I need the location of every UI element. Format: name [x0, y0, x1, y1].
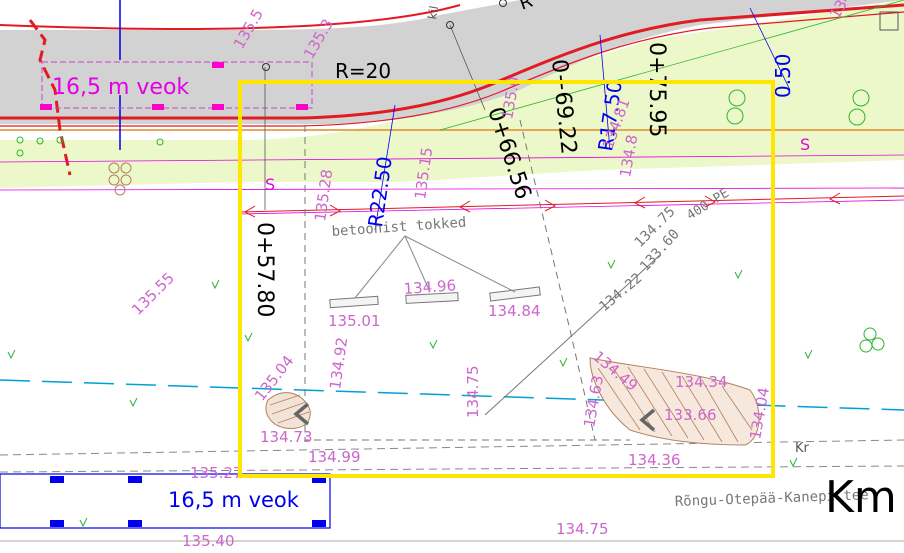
elev-134-36: 134.36 [628, 451, 681, 469]
station-75-95-label: 0+75.95 [644, 42, 669, 137]
station-57-80-label: 0+57.80 [252, 222, 277, 317]
grey-elevation-labels: 134.22 133.60 134.75 [596, 204, 683, 315]
pe-pipe-line [239, 195, 904, 213]
elev-133-66: 133.66 [664, 406, 717, 424]
riprap-left [265, 392, 311, 429]
s-mark-2: S [800, 135, 810, 154]
elev-134-34: 134.34 [675, 373, 728, 391]
radius-20-label: R=20 [335, 59, 391, 83]
km-label: Km [825, 472, 897, 523]
veok-label-bottom: 16,5 m veok [168, 488, 300, 512]
elev-134-73: 134.73 [260, 428, 313, 446]
kil-fragment: kil [425, 5, 441, 21]
elev-134-99: 134.99 [308, 448, 361, 466]
map-canvas: 16,5 m veok R=20 R kil R22.50 R17.50 0.5… [0, 0, 904, 553]
s-mark-1: S [265, 175, 275, 194]
elev-135-27: 135.27 [190, 464, 243, 482]
kr-mark: Kr [795, 441, 810, 456]
elev-134-63: 134.63 [580, 374, 607, 429]
elev-134-84: 134.84 [488, 302, 541, 320]
veok-label-top: 16,5 m veok [52, 75, 189, 100]
grey-dashed-edge-1 [0, 439, 904, 456]
elev-134-22: 134.22 [596, 270, 645, 315]
magenta-line-3 [239, 199, 904, 215]
grey-dashed-edge-2 [0, 465, 904, 473]
magenta-line-2 [0, 187, 904, 191]
elev-134-75: 134.75 [464, 366, 482, 419]
elev-134-75c: 134.75 [556, 520, 609, 538]
elev-134-96: 134.96 [403, 276, 457, 298]
drawing-sheet: 16,5 m veok R=20 R kil R22.50 R17.50 0.5… [0, 0, 904, 550]
betoon-tokked-label: betoonist tokked [331, 215, 467, 240]
elev-134-92: 134.92 [326, 336, 351, 390]
elev-135-40: 135.40 [182, 532, 235, 550]
elev-135-01: 135.01 [328, 312, 381, 330]
elev-135-55: 135.55 [128, 269, 178, 319]
